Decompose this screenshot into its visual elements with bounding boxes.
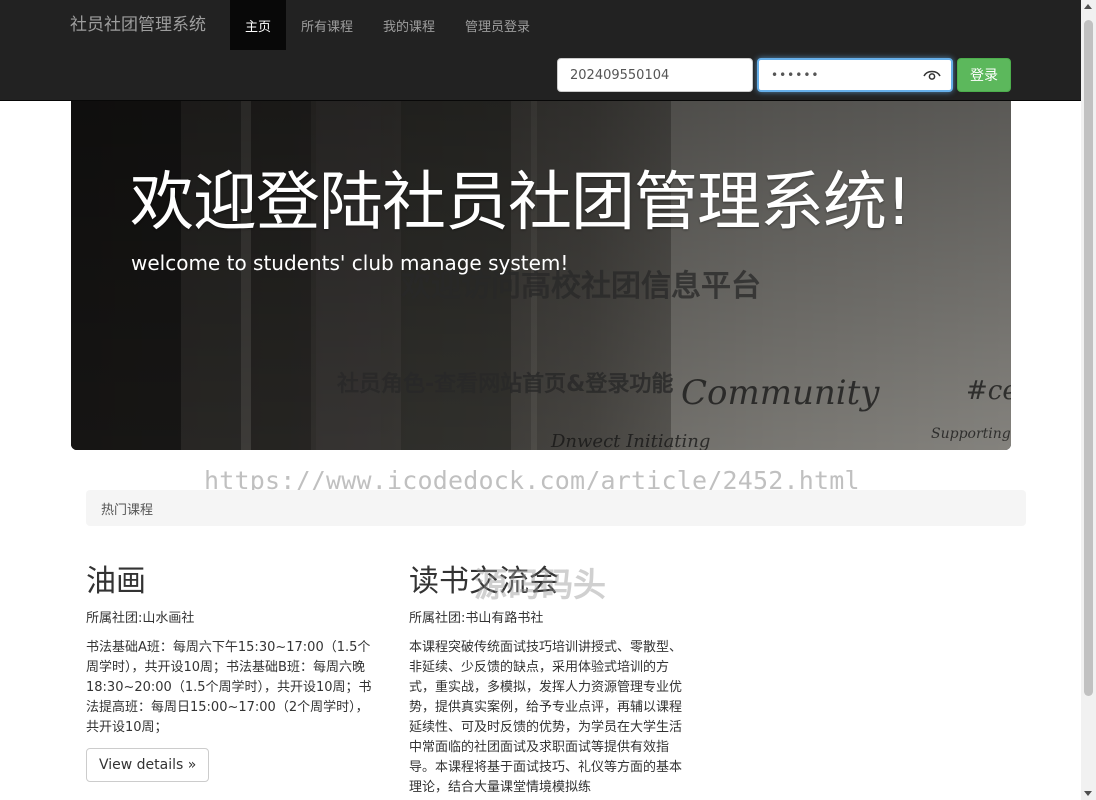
watermark-brand: 源码码头 <box>474 565 606 604</box>
nav-admin-login[interactable]: 管理员登录 <box>450 0 545 50</box>
hero-image-caption: 社员角色-查看网站首页&登录功能 <box>337 372 674 397</box>
scroll-down-icon[interactable] <box>1084 791 1092 796</box>
hero-handwriting-4: #ce <box>966 376 1011 406</box>
eye-icon[interactable] <box>923 68 941 82</box>
nav-my-courses[interactable]: 我的课程 <box>368 0 450 50</box>
navbar-brand[interactable]: 社员社团管理系统 <box>70 14 206 36</box>
navbar: 社员社团管理系统 主页 所有课程 我的课程 管理员登录 202409550104… <box>0 0 1081 101</box>
breadcrumb: 热门课程 <box>86 490 1026 526</box>
hero-subtitle: welcome to students' club manage system! <box>131 251 569 275</box>
password-value: •••••• <box>771 68 820 82</box>
hero-handwriting-3: Supporting <box>931 426 1011 442</box>
username-input[interactable]: 202409550104 <box>557 58 753 92</box>
page-scrollbar[interactable] <box>1081 0 1096 800</box>
hero-banner: 欢迎访问高校社团信息平台 社员角色-查看网站首页&登录功能 Community … <box>71 101 1011 450</box>
nav-home[interactable]: 主页 <box>230 0 287 50</box>
course-description: 书法基础A班：每周六下午15:30~17:00（1.5个周学时），共开设10周；… <box>86 640 372 735</box>
course-card: 油画 所属社团:山水画社 书法基础A班：每周六下午15:30~17:00（1.5… <box>86 562 379 782</box>
course-club: 所属社团:书山有路书社 <box>409 611 544 626</box>
hero-title: 欢迎登陆社员社团管理系统! <box>130 166 912 240</box>
course-club: 所属社团:山水画社 <box>86 611 195 626</box>
hero-handwriting: Community <box>681 373 880 413</box>
course-title: 油画 <box>86 564 146 599</box>
breadcrumb-label: 热门课程 <box>101 502 154 518</box>
login-form: 202409550104 •••••• 登录 <box>557 58 1011 92</box>
scroll-thumb[interactable] <box>1084 20 1093 696</box>
scroll-up-icon[interactable] <box>1084 4 1092 9</box>
course-description: 本课程突破传统面试技巧培训讲授式、零散型、非延续、少反馈的缺点，采用体验式培训的… <box>409 640 683 795</box>
login-button[interactable]: 登录 <box>957 58 1011 92</box>
view-details-button[interactable]: View details » <box>86 748 210 782</box>
hero-handwriting-2: Dnwect Initiating <box>551 431 711 450</box>
username-value: 202409550104 <box>570 67 670 83</box>
password-input[interactable]: •••••• <box>757 58 953 92</box>
nav-all-courses[interactable]: 所有课程 <box>286 0 368 50</box>
main-nav: 主页 所有课程 我的课程 管理员登录 <box>230 0 545 50</box>
